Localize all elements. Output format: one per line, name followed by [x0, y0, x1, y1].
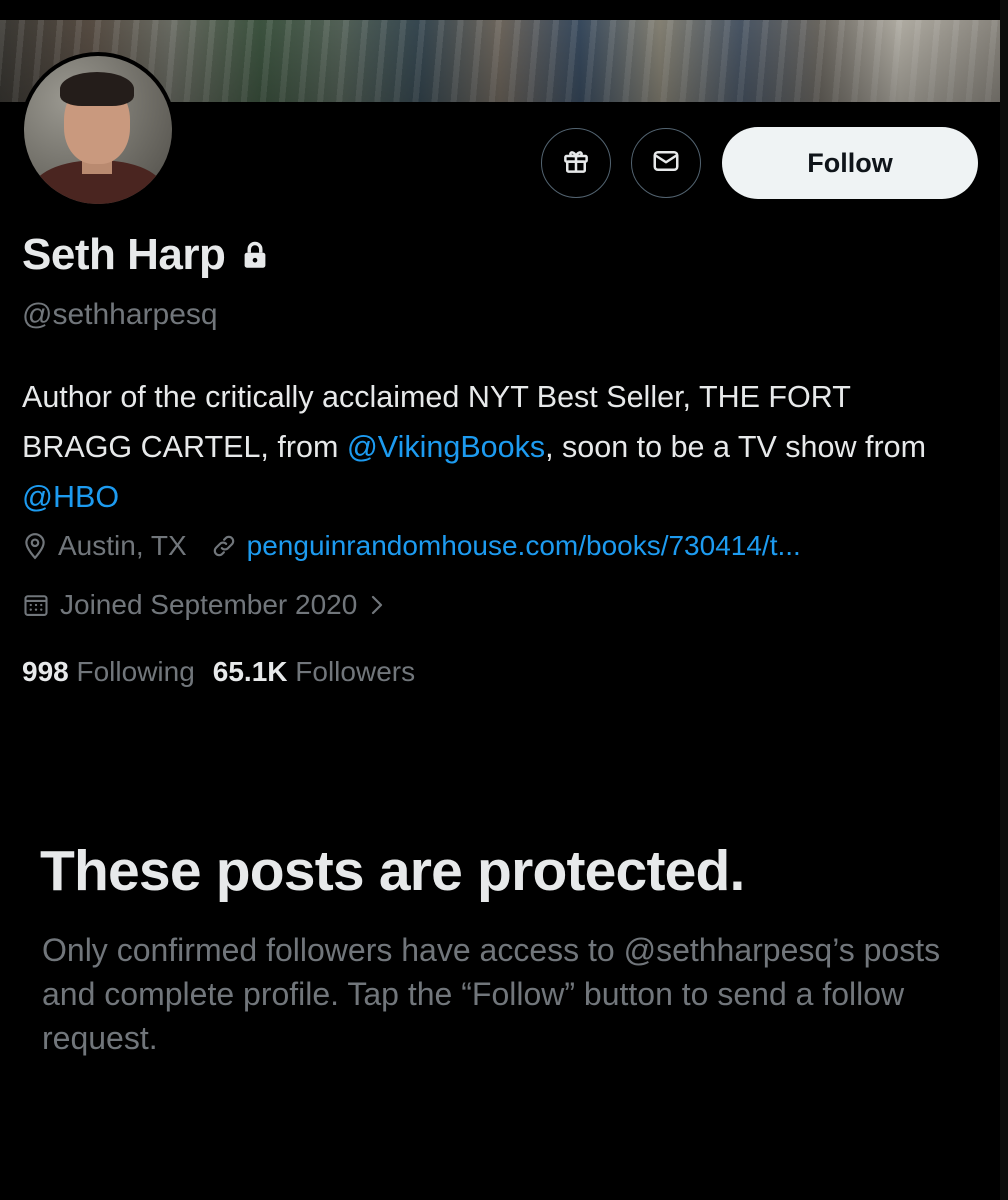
following-label: Following	[76, 656, 195, 687]
lock-icon	[241, 240, 269, 270]
mention-hbo-link[interactable]: @HBO	[22, 480, 119, 514]
gift-button[interactable]	[541, 128, 611, 198]
website-link[interactable]: penguinrandomhouse.com/books/730414/t...	[247, 530, 801, 562]
envelope-icon	[651, 146, 681, 181]
profile-bio: Author of the critically acclaimed NYT B…	[22, 372, 952, 522]
avatar-hair	[60, 72, 134, 106]
profile-display-name: Seth Harp	[22, 230, 269, 280]
profile-handle: @sethharpesq	[22, 298, 218, 331]
mention-vikingbooks-link[interactable]: @VikingBooks	[347, 430, 545, 464]
profile-location: Austin, TX	[58, 530, 187, 561]
profile-meta-row: Austin, TX penguinrandomhouse.com/books/…	[22, 530, 801, 562]
profile-screen: Follow Seth Harp @sethharpesq Author of …	[0, 0, 1008, 1200]
followers-label: Followers	[295, 656, 416, 687]
profile-avatar[interactable]	[20, 52, 176, 208]
following-count: 998	[22, 656, 69, 687]
follow-button[interactable]: Follow	[722, 127, 978, 199]
link-icon	[211, 533, 237, 559]
profile-stats: 998 Following 65.1K Followers	[22, 656, 415, 688]
screen-edge	[1000, 0, 1008, 1200]
display-name-text: Seth Harp	[22, 230, 226, 279]
message-button[interactable]	[631, 128, 701, 198]
protected-posts-message: Only confirmed followers have access to …	[42, 932, 941, 1056]
followers-stat[interactable]: 65.1K Followers	[213, 656, 415, 687]
profile-website[interactable]: penguinrandomhouse.com/books/730414/t...	[211, 530, 801, 562]
bio-text: , soon to be a TV show from	[545, 430, 926, 464]
profile-joined-row[interactable]: Joined September 2020	[22, 589, 397, 621]
gift-icon	[561, 146, 591, 181]
followers-count: 65.1K	[212, 656, 288, 687]
following-stat[interactable]: 998 Following	[22, 656, 195, 687]
avatar-photo	[24, 56, 172, 204]
chevron-right-icon	[367, 592, 387, 618]
profile-joined-date: Joined September 2020	[60, 589, 358, 620]
location-pin-icon	[22, 532, 48, 560]
protected-posts-title: These posts are protected.	[40, 839, 745, 903]
calendar-icon	[22, 591, 50, 619]
